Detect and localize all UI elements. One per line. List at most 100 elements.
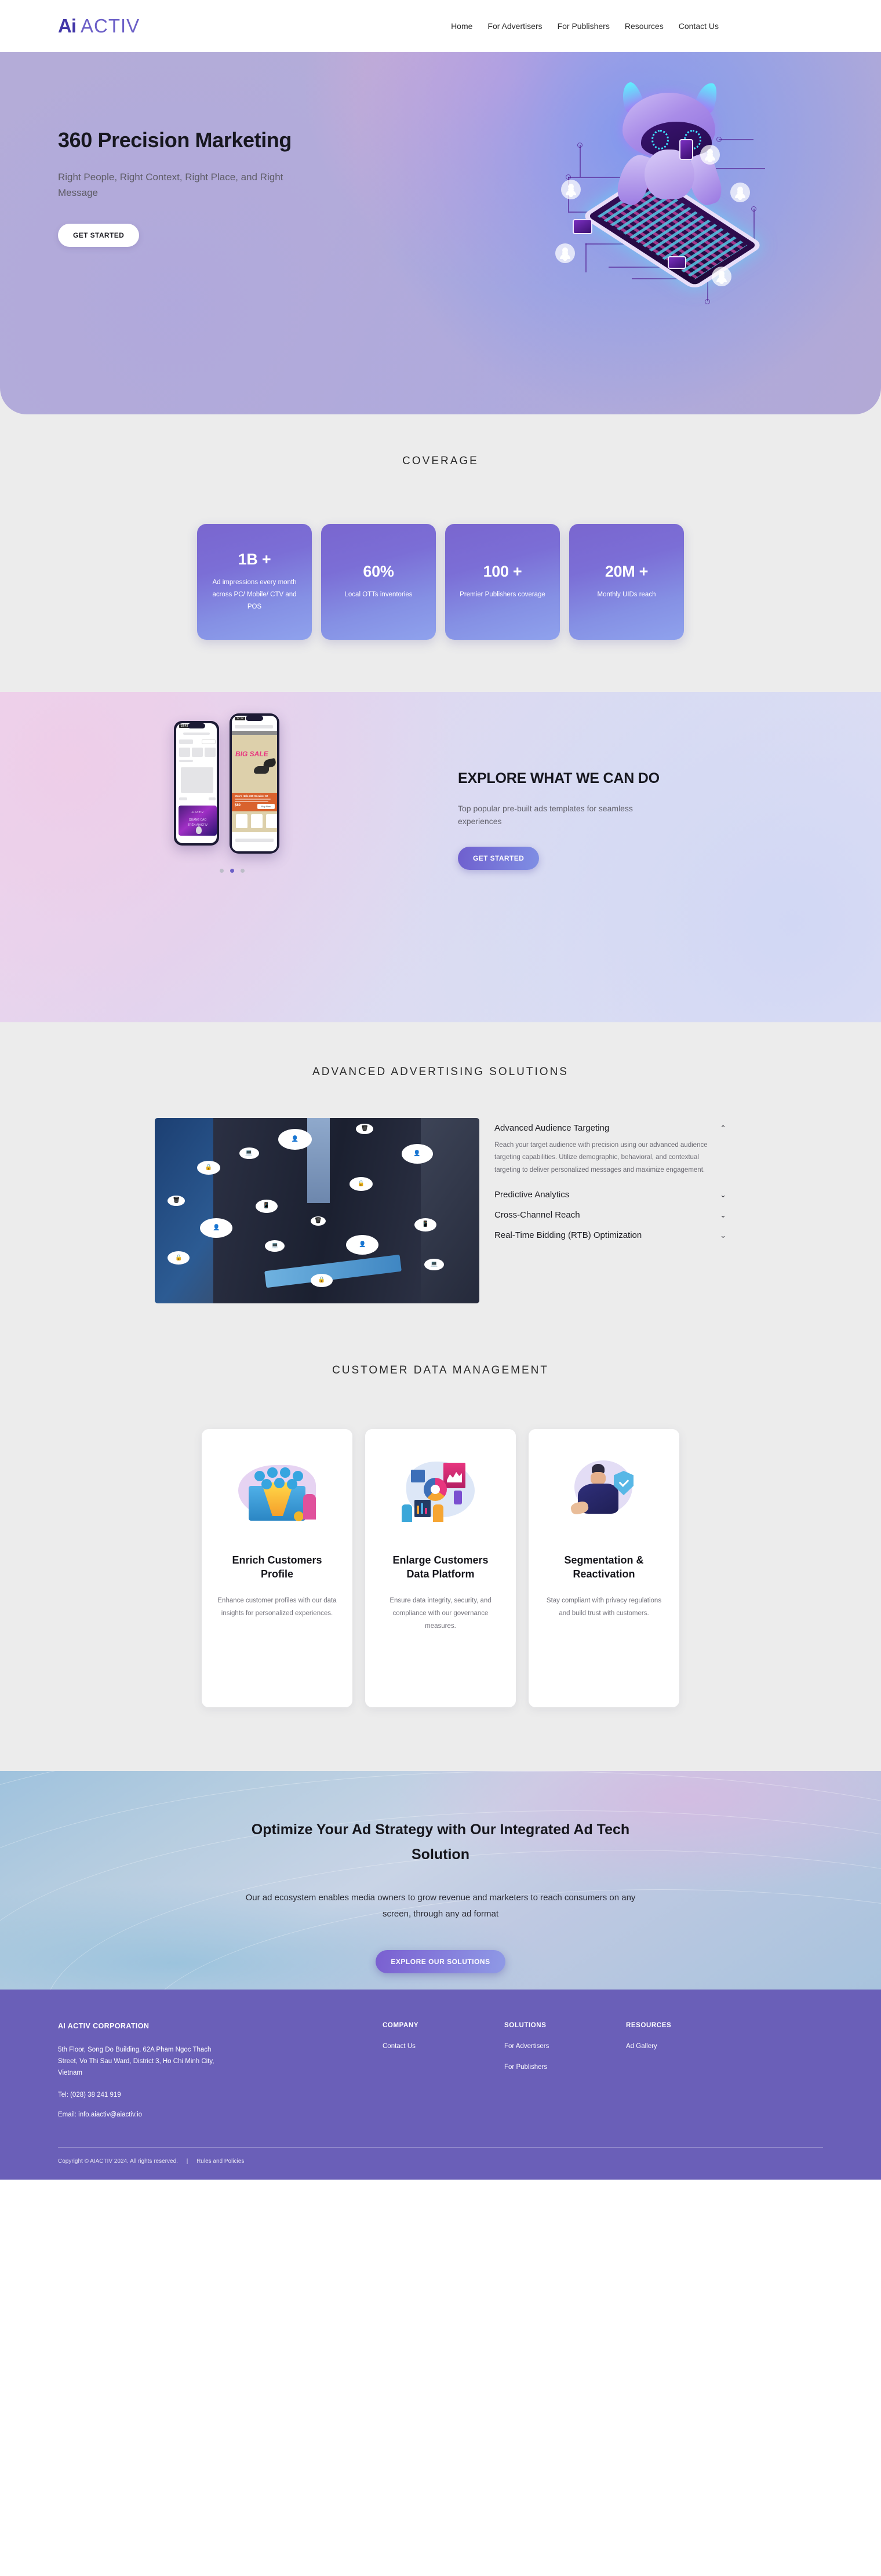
explore-get-started-button[interactable]: GET STARTED [458, 846, 540, 870]
footer-separator: | [186, 2158, 188, 2165]
robot-eye-left [651, 130, 669, 150]
cursor-hand-icon [196, 826, 202, 834]
footer-column-resources: RESOURCES Ad Gallery [626, 2022, 748, 2118]
cloud-trash-icon: 🗑 [310, 1216, 326, 1226]
accordion-item-advanced-audience-targeting[interactable]: Advanced Audience Targeting ⌃ Reach your… [494, 1118, 726, 1185]
footer-email[interactable]: Email: info.aiactiv@aiactiv.io [58, 2111, 383, 2118]
cloud-user-icon: 👤 [346, 1234, 379, 1255]
solutions-content: 👤 👤 🔒 🔒 💻 🗑 🗑 📱 👤 🔒 💻 🗑 👤 📱 💻 🔒 Advanced… [0, 1118, 881, 1303]
user-avatar-icon [712, 267, 731, 286]
cdm-card-description: Ensure data integrity, security, and com… [389, 1597, 492, 1630]
chevron-up-icon[interactable]: ⌃ [720, 1124, 726, 1132]
solutions-title: ADVANCED ADVERTISING SOLUTIONS [312, 1066, 569, 1078]
phone-screen-left: 18:43 AIACTIV QUẢNG CÁO TRÊN AIACTIV [176, 723, 217, 843]
phone-ad-title: BIG SALE [235, 750, 268, 758]
coverage-card-desc: Ad impressions every month across PC/ Mo… [212, 578, 297, 611]
cdm-card-heading: Segmentation & Reactivation [564, 1554, 644, 1580]
chevron-down-icon[interactable]: ⌄ [720, 1191, 726, 1198]
explore-section: 18:43 AIACTIV QUẢNG CÁO TRÊN AIACTIV 17:… [0, 692, 881, 1022]
carousel-dot-2[interactable] [230, 869, 234, 873]
site-footer: AI ACTIV CORPORATION 5th Floor, Song Do … [0, 1990, 881, 2180]
footer-address: 5th Floor, Song Do Building, 62A Pham Ng… [58, 2046, 214, 2077]
top-navigation-bar: Ai ACTIV Home For Advertisers For Publis… [0, 0, 881, 52]
phone-notch [188, 723, 205, 728]
cloud-lock-icon: 🔒 [196, 1160, 220, 1175]
footer-brand-block: AI ACTIV CORPORATION 5th Floor, Song Do … [58, 2022, 383, 2118]
carousel-dots [174, 869, 290, 873]
chevron-down-icon[interactable]: ⌄ [720, 1231, 726, 1239]
cloud-monitor-icon: 💻 [239, 1147, 259, 1160]
footer-link-ad-gallery[interactable]: Ad Gallery [626, 2043, 748, 2050]
footer-link-for-publishers[interactable]: For Publishers [504, 2064, 626, 2071]
cta-content: Optimize Your Ad Strategy with Our Integ… [0, 1771, 881, 1973]
carousel-dot-1[interactable] [219, 869, 224, 873]
accordion-title: Predictive Analytics [494, 1189, 570, 1200]
footer-bottom-bar: Copyright © AIACTIV 2024. All rights res… [58, 2148, 823, 2180]
explore-our-solutions-button[interactable]: EXPLORE OUR SOLUTIONS [376, 1950, 505, 1973]
phone-ad-buy-now-button[interactable]: Buy Now [257, 804, 275, 809]
footer-column-title: RESOURCES [626, 2022, 672, 2029]
cloud-trash-icon: 🗑 [168, 1196, 185, 1207]
cdm-card[interactable]: Segmentation & Reactivation Stay complia… [529, 1429, 679, 1707]
phone-ad-product-name: Men's Halo 360 Sneaker 02 [235, 795, 268, 797]
cdm-title: CUSTOMER DATA MANAGEMENT [332, 1364, 549, 1376]
hero-robot-illustration [545, 75, 817, 342]
logo-activ-text: ACTIV [81, 15, 140, 37]
carousel-dot-3[interactable] [240, 869, 245, 873]
hero-text-block: 360 Precision Marketing Right People, Ri… [58, 127, 383, 247]
footer-link-contact-us[interactable]: Contact Us [383, 2043, 504, 2050]
cta-heading: Optimize Your Ad Strategy with Our Integ… [251, 1821, 630, 1863]
coverage-card-number: 60% [363, 562, 394, 580]
hero-get-started-button[interactable]: GET STARTED [58, 223, 140, 247]
accordion-header[interactable]: Real-Time Bidding (RTB) Optimization ⌄ [494, 1225, 726, 1245]
nav-link-contact-us[interactable]: Contact Us [679, 21, 719, 31]
cloud-user-icon: 👤 [401, 1143, 433, 1164]
cdm-card-description: Enhance customer profiles with our data … [217, 1597, 337, 1617]
user-avatar-icon [555, 243, 575, 263]
phone-ad-banner-left: AIACTIV QUẢNG CÁO TRÊN AIACTIV [179, 806, 217, 836]
cloud-lock-icon: 🔒 [168, 1251, 190, 1265]
cloud-user-icon: 👤 [200, 1218, 233, 1238]
coverage-title: COVERAGE [402, 455, 479, 467]
footer-column-title: COMPANY [383, 2022, 419, 2029]
nav-link-for-publishers[interactable]: For Publishers [558, 21, 610, 31]
coverage-card: 60% Local OTTs inventories [321, 524, 436, 640]
coverage-card: 100 + Premier Publishers coverage [445, 524, 560, 640]
cdm-card[interactable]: Enrich Customers Profile Enhance custome… [202, 1429, 352, 1707]
accordion-item-rtb-optimization[interactable]: Real-Time Bidding (RTB) Optimization ⌄ [494, 1225, 726, 1245]
accordion-header[interactable]: Predictive Analytics ⌄ [494, 1185, 726, 1205]
cta-section: Optimize Your Ad Strategy with Our Integ… [0, 1771, 881, 1990]
coverage-card-number: 20M + [605, 562, 649, 580]
phone-screen-right: 17:12 BIG SALE Men's Halo 360 Sneaker 02… [232, 716, 277, 851]
nav-link-home[interactable]: Home [451, 21, 472, 31]
user-avatar-icon [700, 145, 720, 165]
advanced-solutions-section: ADVANCED ADVERTISING SOLUTIONS 👤 👤 🔒 🔒 💻… [0, 1022, 881, 1303]
analytics-dashboard-icon [397, 1458, 484, 1528]
coverage-card-number: 1B + [238, 550, 271, 568]
footer-link-rules-and-policies[interactable]: Rules and Policies [196, 2158, 244, 2165]
nav-link-for-advertisers[interactable]: For Advertisers [487, 21, 542, 31]
footer-link-for-advertisers[interactable]: For Advertisers [504, 2043, 626, 2050]
phone-ad-creative: BIG SALE [232, 735, 277, 793]
accordion-item-predictive-analytics[interactable]: Predictive Analytics ⌄ [494, 1185, 726, 1205]
solutions-image: 👤 👤 🔒 🔒 💻 🗑 🗑 📱 👤 🔒 💻 🗑 👤 📱 💻 🔒 [155, 1118, 479, 1303]
cta-paragraph: Our ad ecosystem enables media owners to… [245, 1893, 636, 1919]
accordion-header[interactable]: Cross-Channel Reach ⌄ [494, 1205, 726, 1225]
accordion-item-cross-channel-reach[interactable]: Cross-Channel Reach ⌄ [494, 1205, 726, 1225]
brand-logo[interactable]: Ai ACTIV [58, 15, 140, 37]
coverage-card-desc: Premier Publishers coverage [460, 591, 545, 598]
accordion-title: Advanced Audience Targeting [494, 1123, 610, 1133]
explore-subtitle: Top popular pre-built ads templates for … [458, 804, 633, 826]
cdm-card-description: Stay compliant with privacy regulations … [546, 1597, 662, 1617]
hero-section-wrapper: 360 Precision Marketing Right People, Ri… [0, 52, 881, 414]
explore-title: EXPLORE WHAT WE CAN DO [458, 770, 660, 786]
footer-telephone: Tel: (028) 38 241 919 [58, 2092, 121, 2099]
chevron-down-icon[interactable]: ⌄ [720, 1211, 726, 1219]
cdm-card[interactable]: Enlarge Customers Data Platform Ensure d… [365, 1429, 516, 1707]
footer-column-title: SOLUTIONS [504, 2022, 547, 2029]
nav-link-resources[interactable]: Resources [625, 21, 664, 31]
customer-data-management-section: CUSTOMER DATA MANAGEMENT Enrich Customer… [0, 1303, 881, 1771]
accordion-header[interactable]: Advanced Audience Targeting ⌃ [494, 1118, 726, 1138]
logo-ai-text: Ai [58, 15, 77, 37]
phone-ad-product-bar: Men's Halo 360 Sneaker 02 $89 Buy Now [232, 793, 277, 811]
